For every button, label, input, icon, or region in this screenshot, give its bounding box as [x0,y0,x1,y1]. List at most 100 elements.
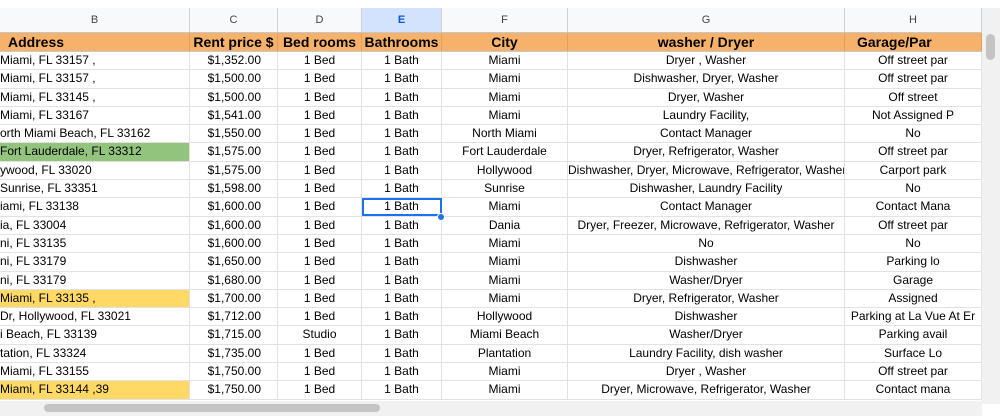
rent-cell[interactable]: $1,680.00 [190,271,278,289]
bathrooms-cell[interactable]: 1 Bath [362,344,442,363]
garage-parking-cell[interactable]: Off street par [845,70,982,88]
bathrooms-cell[interactable]: 1 Bath [362,161,442,180]
garage-parking-cell[interactable]: Assigned [845,289,982,308]
address-cell[interactable]: , Miami, FL 33157 [0,70,190,88]
address-cell[interactable]: 39, Miami, FL 33144 [0,381,190,399]
bedrooms-cell[interactable]: 1 Bed [278,344,362,363]
address-cell[interactable]: iami, FL 33138 [0,198,190,216]
bedrooms-cell[interactable]: 1 Bed [278,363,362,381]
bedrooms-cell[interactable]: 1 Bed [278,70,362,88]
column-header-d[interactable]: D [278,8,362,32]
garage-parking-cell[interactable]: Off street [845,88,982,106]
address-cell[interactable]: Miami, FL 33155 [0,363,190,381]
address-cell[interactable]: , Miami, FL 33157 [0,52,190,70]
header-address[interactable]: Address [0,33,190,51]
rent-cell[interactable]: $1,600.00 [190,198,278,216]
bedrooms-cell[interactable]: 1 Bed [278,234,362,253]
bathrooms-cell[interactable]: 1 Bath [362,88,442,106]
washer-dryer-cell[interactable]: Dryer , Washer [568,52,845,70]
bathrooms-cell[interactable]: 1 Bath [362,253,442,271]
rent-cell[interactable]: $1,712.00 [190,308,278,326]
bathrooms-cell[interactable]: 1 Bath [362,180,442,198]
city-cell[interactable]: Miami Beach [442,326,568,344]
washer-dryer-cell[interactable]: Dishwasher, Dryer, Washer [568,70,845,88]
rent-cell[interactable]: $1,575.00 [190,161,278,180]
address-cell[interactable]: ni, FL 33179 [0,271,190,289]
bathrooms-cell[interactable]: 1 Bath [362,106,442,125]
bathrooms-cell[interactable]: 1 Bath [362,70,442,88]
city-cell[interactable]: Miami [442,234,568,253]
bathrooms-cell[interactable]: 1 Bath [362,143,442,161]
bathrooms-cell[interactable]: 1 Bath [362,198,442,216]
washer-dryer-cell[interactable]: Dishwasher, Laundry Facility [568,180,845,198]
column-header-c[interactable]: C [190,8,278,32]
rent-cell[interactable]: $1,598.00 [190,180,278,198]
bathrooms-cell[interactable]: 1 Bath [362,363,442,381]
bathrooms-cell[interactable]: 1 Bath [362,216,442,234]
garage-parking-cell[interactable]: Not Assigned P [845,106,982,125]
address-cell[interactable]: tation, FL 33324 [0,344,190,363]
address-cell[interactable]: ywood, FL 33020 [0,161,190,180]
washer-dryer-cell[interactable]: Dishwasher [568,308,845,326]
city-cell[interactable]: Fort Lauderdale [442,143,568,161]
city-cell[interactable]: Hollywood [442,308,568,326]
bedrooms-cell[interactable]: 1 Bed [278,198,362,216]
bedrooms-cell[interactable]: 1 Bed [278,381,362,399]
bedrooms-cell[interactable]: 1 Bed [278,180,362,198]
fill-handle[interactable] [437,213,445,221]
column-header-e[interactable]: E [362,8,442,32]
bedrooms-cell[interactable]: 1 Bed [278,52,362,70]
washer-dryer-cell[interactable]: Washer/Dryer [568,326,845,344]
column-header-h[interactable]: H [845,8,982,32]
bathrooms-cell[interactable]: 1 Bath [362,52,442,70]
horizontal-scrollbar[interactable] [0,401,982,416]
bedrooms-cell[interactable]: 1 Bed [278,106,362,125]
city-cell[interactable]: Miami [442,70,568,88]
rent-cell[interactable]: $1,600.00 [190,234,278,253]
bathrooms-cell[interactable]: 1 Bath [362,381,442,399]
bedrooms-cell[interactable]: 1 Bed [278,289,362,308]
rent-cell[interactable]: $1,500.00 [190,70,278,88]
address-cell[interactable]: ni, FL 33135 [0,234,190,253]
header-washer-dryer[interactable]: washer / Dryer [568,33,845,51]
city-cell[interactable]: North Miami [442,125,568,143]
bedrooms-cell[interactable]: Studio [278,326,362,344]
header-rent[interactable]: Rent price $ [190,33,278,51]
garage-parking-cell[interactable]: Carport park [845,161,982,180]
garage-parking-cell[interactable]: Off street par [845,363,982,381]
washer-dryer-cell[interactable]: Dryer, Microwave, Refrigerator, Washer [568,381,845,399]
address-cell[interactable]: Sunrise, FL 33351 [0,180,190,198]
washer-dryer-cell[interactable]: Contact Manager [568,198,845,216]
bedrooms-cell[interactable]: 1 Bed [278,308,362,326]
washer-dryer-cell[interactable]: Dryer, Freezer, Microwave, Refrigerator,… [568,216,845,234]
city-cell[interactable]: Miami [442,271,568,289]
city-cell[interactable]: Miami [442,52,568,70]
rent-cell[interactable]: $1,500.00 [190,88,278,106]
rent-cell[interactable]: $1,600.00 [190,216,278,234]
address-cell[interactable]: Miami, FL 33167 [0,106,190,125]
washer-dryer-cell[interactable]: Dishwasher [568,253,845,271]
city-cell[interactable]: Sunrise [442,180,568,198]
rent-cell[interactable]: $1,550.00 [190,125,278,143]
rent-cell[interactable]: $1,650.00 [190,253,278,271]
washer-dryer-cell[interactable]: Laundry Facility, [568,106,845,125]
bedrooms-cell[interactable]: 1 Bed [278,143,362,161]
bedrooms-cell[interactable]: 1 Bed [278,216,362,234]
garage-parking-cell[interactable]: Parking avail [845,326,982,344]
address-cell[interactable]: Fort Lauderdale, FL 33312 [0,143,190,161]
address-cell[interactable]: , Miami, FL 33145 [0,88,190,106]
garage-parking-cell[interactable]: Contact Mana [845,198,982,216]
bathrooms-cell[interactable]: 1 Bath [362,125,442,143]
header-garage-parking[interactable]: Garage/Par [845,33,982,51]
vertical-scroll-thumb[interactable] [986,34,995,60]
column-header-g[interactable]: G [568,8,845,32]
washer-dryer-cell[interactable]: Dishwasher, Dryer, Microwave, Refrigerat… [568,161,845,180]
city-cell[interactable]: Plantation [442,344,568,363]
bedrooms-cell[interactable]: 1 Bed [278,88,362,106]
washer-dryer-cell[interactable]: No [568,234,845,253]
garage-parking-cell[interactable]: Parking lo [845,253,982,271]
header-bedrooms[interactable]: Bed rooms [278,33,362,51]
washer-dryer-cell[interactable]: Dryer, Washer [568,88,845,106]
garage-parking-cell[interactable]: No [845,125,982,143]
garage-parking-cell[interactable]: Surface Lo [845,344,982,363]
